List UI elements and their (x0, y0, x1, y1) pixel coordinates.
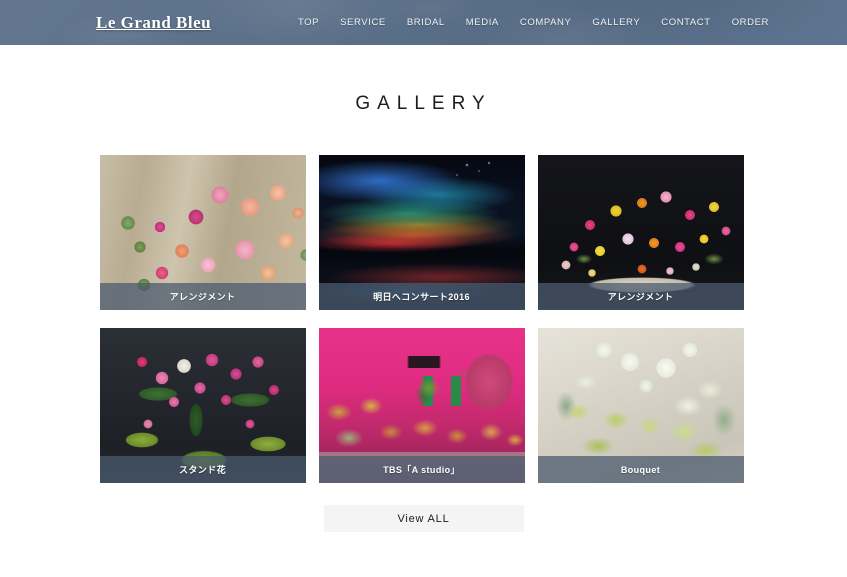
nav-item-order[interactable]: ORDER (732, 17, 769, 28)
nav-item-bridal[interactable]: BRIDAL (407, 17, 445, 28)
gallery-item-1[interactable]: アレンジメント (99, 155, 306, 310)
nav-item-gallery[interactable]: GALLERY (592, 17, 640, 28)
gallery-caption: Bouquet (537, 456, 744, 483)
nav-item-media[interactable]: MEDIA (466, 17, 499, 28)
main-navigation: TOP SERVICE BRIDAL MEDIA COMPANY GALLERY… (298, 0, 769, 45)
gallery-item-4[interactable]: スタンド花 (99, 328, 306, 483)
gallery-caption: 明日へコンサート2016 (318, 283, 525, 310)
nav-item-contact[interactable]: CONTACT (661, 17, 710, 28)
gallery-item-6[interactable]: Bouquet (537, 328, 744, 483)
gallery-caption: アレンジメント (537, 283, 744, 310)
gallery-caption: スタンド花 (99, 456, 306, 483)
gallery-item-3[interactable]: アレンジメント (537, 155, 744, 310)
gallery-item-5[interactable]: TBS「A studio」 (318, 328, 525, 483)
view-all-wrapper: View ALL (0, 505, 847, 532)
nav-item-service[interactable]: SERVICE (340, 17, 386, 28)
brand-logo[interactable]: Le Grand Bleu (96, 13, 211, 33)
site-header: Le Grand Bleu TOP SERVICE BRIDAL MEDIA C… (0, 0, 847, 45)
gallery-item-2[interactable]: 明日へコンサート2016 (318, 155, 525, 310)
gallery-grid: アレンジメント 明日へコンサート2016 アレンジメント スタンド花 TBS「A… (99, 155, 748, 483)
page-title: GALLERY (355, 93, 492, 114)
nav-item-company[interactable]: COMPANY (520, 17, 572, 28)
gallery-caption: TBS「A studio」 (318, 456, 525, 483)
nav-item-top[interactable]: TOP (298, 17, 319, 28)
gallery-caption: アレンジメント (99, 283, 306, 310)
main-content: GALLERY アレンジメント 明日へコンサート2016 アレンジメント スタン… (0, 93, 847, 532)
view-all-button[interactable]: View ALL (323, 505, 524, 532)
